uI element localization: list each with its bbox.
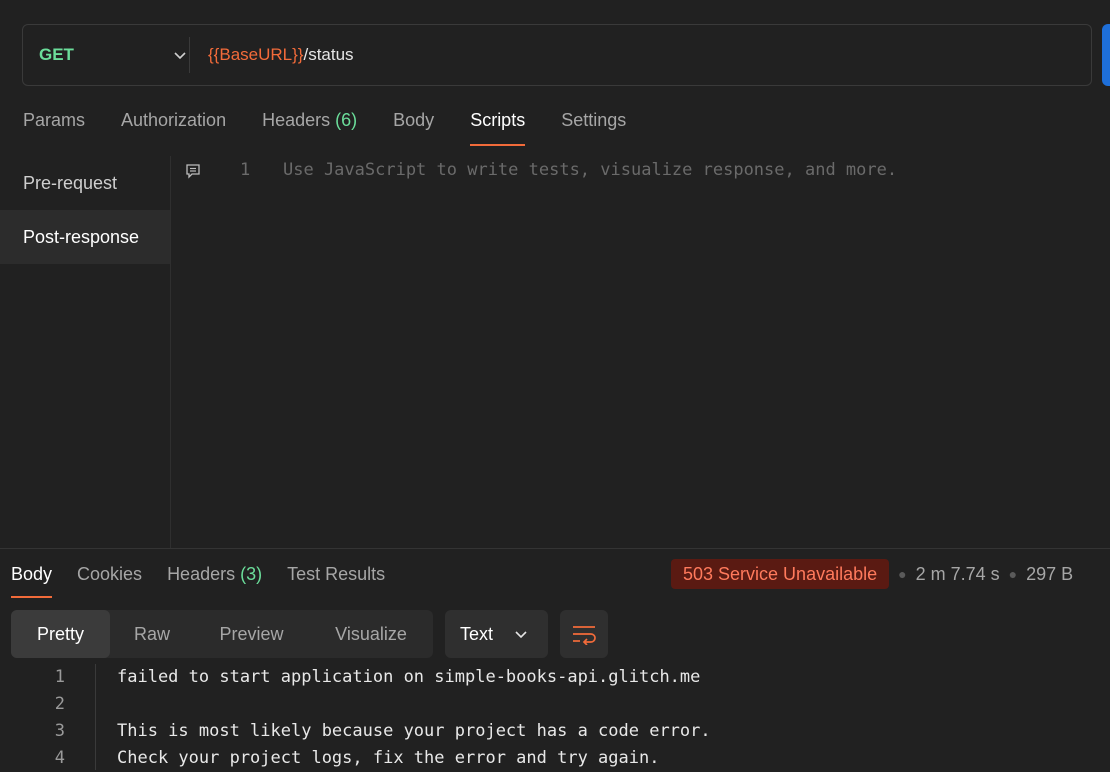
line-text: Check your project logs, fix the error a… [117, 748, 660, 768]
editor-line-number: 1 [240, 160, 251, 180]
separator-dot: ● [1008, 566, 1018, 582]
tab-settings[interactable]: Settings [561, 106, 626, 146]
tab-response-headers[interactable]: Headers (3) [167, 560, 262, 598]
url-input[interactable]: {{BaseURL}}/status [208, 25, 354, 85]
url-variable: {{BaseURL}} [208, 45, 304, 64]
tab-response-body[interactable]: Body [11, 560, 53, 598]
code-line: 3 This is most likely because your proje… [0, 718, 1110, 745]
wrap-lines-icon [573, 626, 596, 645]
response-time[interactable]: 2 m 7.74 s [916, 564, 1000, 585]
tab-params[interactable]: Params [23, 106, 85, 146]
code-line: 1 failed to start application on simple-… [0, 664, 1110, 691]
comment-icon[interactable] [185, 163, 201, 179]
script-editor[interactable]: 1 Use JavaScript to write tests, visuali… [172, 156, 1110, 548]
sidebar-item-pre-request[interactable]: Pre-request [0, 156, 170, 210]
method-label: GET [39, 45, 74, 64]
tab-authorization[interactable]: Authorization [121, 106, 226, 146]
line-text: failed to start application on simple-bo… [117, 667, 701, 687]
view-preview-button[interactable]: Preview [194, 610, 309, 658]
line-number: 4 [54, 748, 65, 768]
line-number: 1 [54, 667, 65, 687]
separator-dot: ● [898, 566, 907, 582]
line-number: 2 [54, 694, 65, 714]
tab-scripts[interactable]: Scripts [470, 106, 526, 146]
status-badge[interactable]: 503 Service Unavailable [671, 559, 890, 589]
format-label: Text [460, 623, 494, 644]
request-url-bar: GET {{BaseURL}}/status [22, 24, 1092, 86]
method-select[interactable]: GET [23, 25, 189, 85]
tab-response-cookies[interactable]: Cookies [77, 560, 142, 598]
url-path: /status [303, 45, 354, 64]
response-headers-count: (3) [240, 564, 263, 584]
line-number: 3 [54, 721, 65, 741]
sidebar-item-post-response[interactable]: Post-response [0, 210, 170, 264]
code-line: 2 [0, 691, 1110, 718]
line-text: This is most likely because your project… [117, 721, 711, 741]
response-tabs: Body Cookies Headers (3) Test Results [11, 560, 410, 598]
tab-test-results[interactable]: Test Results [287, 560, 385, 598]
chevron-down-icon [174, 52, 186, 60]
headers-count: (6) [335, 110, 358, 130]
chevron-down-icon [515, 631, 527, 639]
code-line: 4 Check your project logs, fix the error… [0, 745, 1110, 772]
response-body[interactable]: 1 failed to start application on simple-… [0, 664, 1110, 770]
send-button[interactable] [1102, 24, 1110, 86]
view-pretty-button[interactable]: Pretty [11, 610, 110, 658]
editor-placeholder: Use JavaScript to write tests, visualize… [283, 160, 898, 180]
wrap-lines-button[interactable] [560, 610, 608, 658]
response-divider[interactable] [0, 548, 1110, 549]
view-visualize-button[interactable]: Visualize [309, 610, 433, 658]
tab-headers[interactable]: Headers (6) [262, 106, 357, 146]
scripts-sidebar: Pre-request Post-response [0, 156, 171, 548]
tab-body[interactable]: Body [393, 106, 434, 146]
response-view-toggle: Pretty Raw Preview Visualize [11, 610, 433, 658]
format-select[interactable]: Text [445, 610, 548, 658]
url-divider [189, 37, 190, 73]
request-tabs: Params Authorization Headers (6) Body Sc… [23, 106, 662, 146]
response-meta: 503 Service Unavailable ● 2 m 7.74 s ● 2… [671, 559, 1073, 589]
response-size[interactable]: 297 B [1026, 564, 1073, 585]
view-raw-button[interactable]: Raw [110, 610, 194, 658]
